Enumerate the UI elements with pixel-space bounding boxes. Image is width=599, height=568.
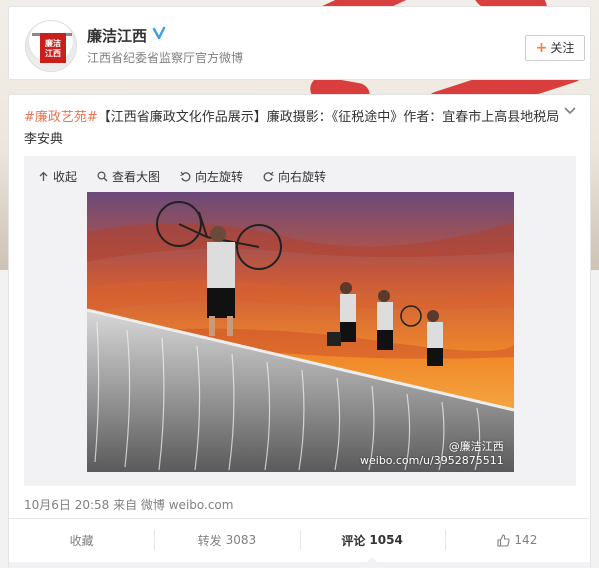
comment-panel-top <box>9 562 590 568</box>
photo-illustration <box>87 192 514 472</box>
repost-button[interactable]: 转发 3083 <box>154 524 299 556</box>
follow-button[interactable]: + 关注 <box>525 35 585 61</box>
view-large-label: 查看大图 <box>112 169 161 184</box>
account-description: 江西省纪委省监察厅官方微博 <box>87 51 244 65</box>
collapse-up-icon <box>39 171 48 181</box>
collapse-label: 收起 <box>53 169 78 184</box>
plus-icon: + <box>535 40 548 56</box>
comment-button[interactable]: 评论 1054 <box>299 524 445 556</box>
favorite-button[interactable]: 收藏 <box>9 524 154 556</box>
photo-watermark: @廉洁江西 weibo.com/u/3952875511 <box>360 440 504 468</box>
view-large-button[interactable]: 查看大图 <box>97 168 160 184</box>
zoom-icon <box>97 170 108 181</box>
action-divider <box>9 518 590 519</box>
rotate-right-button[interactable]: 向右旋转 <box>263 168 326 184</box>
post-meta[interactable]: 10月6日 20:58 来自 微博 weibo.com <box>24 496 233 513</box>
favorite-label: 收藏 <box>69 533 94 548</box>
rotate-right-icon <box>263 171 274 181</box>
rotate-left-button[interactable]: 向左旋转 <box>180 168 243 184</box>
account-header-card: 廉洁 江西 廉洁江西 江西省纪委省监察厅官方微博 + 关注 <box>8 6 591 80</box>
verified-v-icon <box>150 24 168 42</box>
repost-count: 3083 <box>225 533 257 547</box>
collapse-button[interactable]: 收起 <box>38 168 77 184</box>
photo-figure-shirt <box>207 242 235 290</box>
watermark-handle: @廉洁江西 <box>448 440 504 453</box>
thumbs-up-icon <box>497 533 511 547</box>
chevron-down-icon[interactable] <box>563 104 577 118</box>
like-count: 142 <box>514 533 538 547</box>
avatar[interactable]: 廉洁 江西 <box>25 20 77 72</box>
rotate-left-label: 向左旋转 <box>195 169 244 184</box>
account-name[interactable]: 廉洁江西 <box>87 25 147 46</box>
like-button[interactable]: 142 <box>444 524 590 556</box>
action-bar: 收藏 转发 3083 评论 1054 142 <box>9 524 590 556</box>
comment-label: 评论 <box>341 533 366 548</box>
post-text: #廉政艺苑#【江西省廉政文化作品展示】廉政摄影：《征税途中》作者：宜春市上高县地… <box>24 107 564 151</box>
post-body: 【江西省廉政文化作品展示】廉政摄影：《征税途中》作者：宜春市上高县地税局 李安典 <box>24 110 560 147</box>
repost-label: 转发 <box>197 533 222 548</box>
rotate-left-icon <box>180 171 191 181</box>
rotate-right-label: 向右旋转 <box>278 169 327 184</box>
watermark-url: weibo.com/u/3952875511 <box>360 454 504 467</box>
follow-label: 关注 <box>550 41 575 55</box>
avatar-logo-text: 廉洁 江西 <box>40 33 66 63</box>
post-photo[interactable] <box>87 192 514 472</box>
post-hashtag[interactable]: #廉政艺苑# <box>24 110 98 125</box>
media-toolbar: 收起 查看大图 向左旋转 向右旋转 <box>38 168 326 184</box>
comment-count: 1054 <box>369 533 403 547</box>
